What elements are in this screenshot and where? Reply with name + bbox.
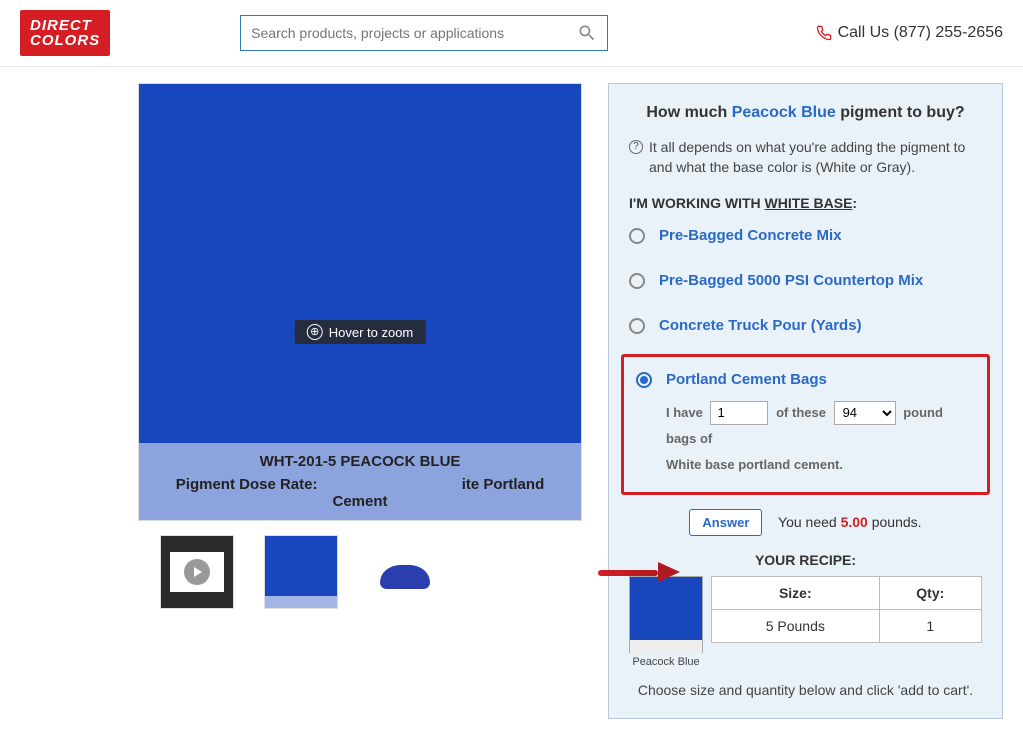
thumbnail-swatch[interactable] xyxy=(264,535,338,609)
thumbnail-pigment-pile[interactable] xyxy=(368,535,442,609)
option-portland-highlighted: Portland Cement Bags I have of these 94 … xyxy=(621,354,990,495)
logo-line2: COLORS xyxy=(30,33,100,48)
working-prefix: I'M WORKING WITH xyxy=(629,195,765,211)
product-title: WHT-201-5 PEACOCK BLUE xyxy=(149,453,571,470)
arrow-icon xyxy=(598,562,680,582)
recipe-swatch-container: Peacock Blue xyxy=(629,576,703,668)
option-label: Portland Cement Bags xyxy=(666,371,827,388)
working-with: I'M WORKING WITH WHITE BASE: xyxy=(629,195,982,211)
option-label: Concrete Truck Pour (Yards) xyxy=(659,317,862,334)
option-label: Pre-Bagged Concrete Mix xyxy=(659,227,842,244)
option-countertop-mix[interactable]: Pre-Bagged 5000 PSI Countertop Mix xyxy=(629,272,982,289)
q-color: Peacock Blue xyxy=(732,104,836,121)
td-size: 5 Pounds xyxy=(712,610,880,643)
thumbnail-video[interactable] xyxy=(160,535,234,609)
bag-weight-select[interactable]: 94 xyxy=(834,401,896,425)
q-suffix: pigment to buy? xyxy=(836,104,965,121)
q-prefix: How much xyxy=(646,104,731,121)
info-text: It all depends on what you're adding the… xyxy=(649,138,982,177)
radio-icon xyxy=(629,228,645,244)
td-qty: 1 xyxy=(879,610,981,643)
recipe-swatch-name: Peacock Blue xyxy=(629,656,703,668)
info-icon: ? xyxy=(629,140,643,154)
base-line-label: White base portland cement. xyxy=(666,457,843,472)
option-truck-pour[interactable]: Concrete Truck Pour (Yards) xyxy=(629,317,982,334)
radio-icon xyxy=(629,273,645,289)
play-icon xyxy=(184,559,210,585)
dose-rate-prefix: Pigment Dose Rate: xyxy=(176,476,322,493)
recipe-title: YOUR RECIPE: xyxy=(629,552,982,568)
thumbnails xyxy=(20,535,582,609)
radio-icon xyxy=(636,372,652,388)
logo-line1: DIRECT xyxy=(30,18,100,33)
recipe-table: Size:Qty: 5 Pounds1 xyxy=(711,576,982,643)
product-image[interactable]: WHT-201-5 PEACOCK BLUE Pigment Dose Rate… xyxy=(138,83,582,521)
hover-zoom-label: Hover to zoom xyxy=(329,325,414,340)
recipe-row: Peacock Blue Size:Qty: 5 Pounds1 xyxy=(629,576,982,668)
th-qty: Qty: xyxy=(879,577,981,610)
recipe-swatch[interactable] xyxy=(629,576,703,653)
search-icon[interactable] xyxy=(577,23,597,43)
hover-zoom-tooltip: ⊕ Hover to zoom xyxy=(295,320,426,344)
working-base: WHITE BASE xyxy=(765,195,853,211)
choose-instruction: Choose size and quantity below and click… xyxy=(629,682,982,698)
product-caption: WHT-201-5 PEACOCK BLUE Pigment Dose Rate… xyxy=(139,443,581,520)
product-gallery: WHT-201-5 PEACOCK BLUE Pigment Dose Rate… xyxy=(20,83,582,719)
of-these-label: of these xyxy=(776,405,826,420)
portland-details: I have of these 94 pound bags of White b… xyxy=(666,400,975,478)
bag-count-input[interactable] xyxy=(710,401,768,425)
option-label: Pre-Bagged 5000 PSI Countertop Mix xyxy=(659,272,923,289)
i-have-label: I have xyxy=(666,405,703,420)
search-input[interactable] xyxy=(251,25,577,41)
option-prebagged-concrete[interactable]: Pre-Bagged Concrete Mix xyxy=(629,227,982,244)
answer-button[interactable]: Answer xyxy=(689,509,762,536)
logo[interactable]: DIRECT COLORS xyxy=(20,10,110,56)
product-dose-rate: Pigment Dose Rate: XXXXXXXXXXXXXXite Por… xyxy=(149,476,571,510)
th-size: Size: xyxy=(712,577,880,610)
search-box[interactable] xyxy=(240,15,608,51)
panel-question: How much Peacock Blue pigment to buy? xyxy=(629,104,982,122)
radio-icon xyxy=(629,318,645,334)
answer-unit: pounds. xyxy=(868,514,922,530)
option-portland-cement[interactable]: Portland Cement Bags xyxy=(636,371,975,388)
call-us[interactable]: Call Us (877) 255-2656 xyxy=(816,24,1003,42)
main: WHT-201-5 PEACOCK BLUE Pigment Dose Rate… xyxy=(0,67,1023,735)
header: DIRECT COLORS Call Us (877) 255-2656 xyxy=(0,0,1023,67)
answer-row: Answer You need 5.00 pounds. xyxy=(629,509,982,536)
calculator-panel: How much Peacock Blue pigment to buy? ? … xyxy=(608,83,1003,719)
info-line: ? It all depends on what you're adding t… xyxy=(629,138,982,177)
answer-amount: 5.00 xyxy=(841,514,868,530)
working-suffix: : xyxy=(852,195,857,211)
answer-prefix: You need xyxy=(778,514,841,530)
phone-icon xyxy=(816,25,832,41)
zoom-icon: ⊕ xyxy=(307,324,323,340)
call-us-label: Call Us (877) 255-2656 xyxy=(838,24,1003,42)
